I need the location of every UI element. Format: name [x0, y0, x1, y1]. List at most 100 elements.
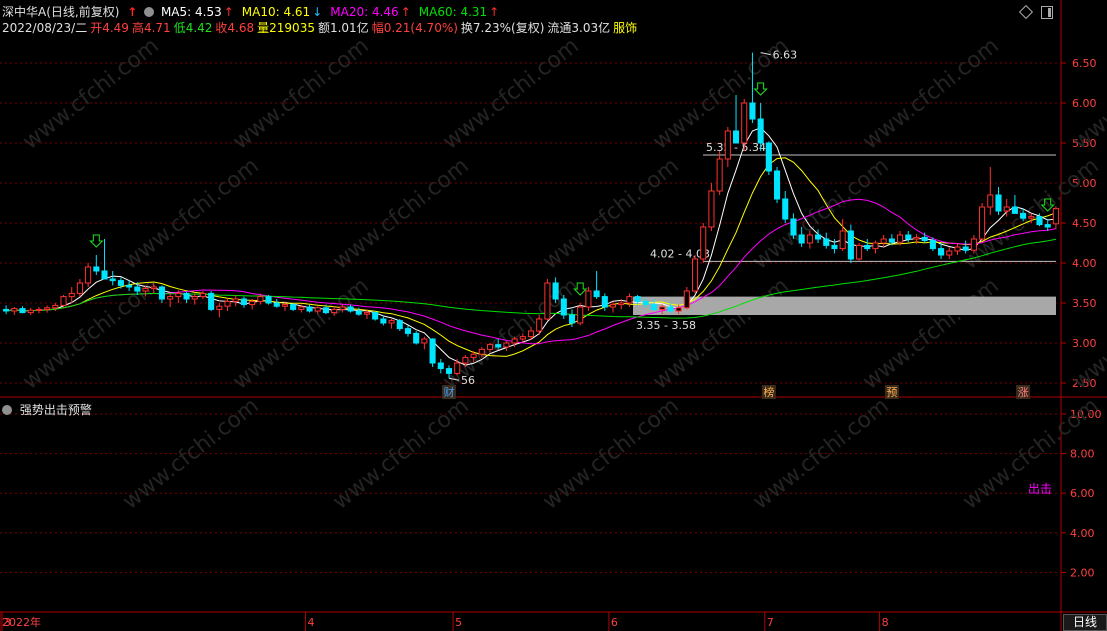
- watermark: www.cfchi.com: [748, 153, 893, 274]
- watermark: www.cfchi.com: [328, 153, 473, 274]
- y-tick-label: 3.50: [1072, 297, 1097, 310]
- candle: [601, 293, 608, 311]
- candle-body: [208, 292, 215, 310]
- candle-body: [462, 356, 469, 364]
- candle-body: [823, 238, 830, 246]
- candle-body: [601, 296, 608, 308]
- candle: [856, 243, 863, 261]
- candle-body: [815, 234, 822, 240]
- quote-field: 低4.42: [173, 21, 213, 35]
- candle-body: [19, 308, 26, 314]
- candle: [68, 287, 75, 303]
- watermark: www.cfchi.com: [1068, 33, 1107, 154]
- candle-body: [216, 305, 223, 310]
- watermark: www.cfchi.com: [748, 393, 893, 514]
- candle-body: [380, 318, 387, 324]
- candle-body: [691, 258, 699, 292]
- candle-body: [35, 308, 42, 311]
- candle: [183, 291, 190, 303]
- candle-body: [437, 362, 444, 370]
- candle: [109, 271, 116, 286]
- quote-field: 服饰: [613, 21, 638, 35]
- candle: [560, 295, 567, 319]
- candle-body: [962, 246, 969, 251]
- y-tick-label: 4.50: [1072, 217, 1097, 230]
- candle-body: [905, 234, 912, 240]
- candle: [167, 293, 174, 307]
- candle: [199, 291, 206, 299]
- candle-body: [101, 270, 108, 280]
- candle: [741, 99, 748, 151]
- candle: [708, 183, 715, 231]
- period-button[interactable]: 日线: [1063, 614, 1107, 631]
- candle-body: [946, 250, 953, 256]
- candle-body: [921, 236, 928, 242]
- candle-body: [44, 307, 51, 310]
- quote-field: 量219035: [257, 21, 315, 35]
- candle-body: [913, 236, 920, 240]
- ma-legend-item[interactable]: MA60: 4.31: [419, 5, 487, 19]
- candle-body: [511, 338, 518, 344]
- header-line-2: 2022/08/23/二 开4.49 高4.71 低4.42 收4.68 量219035 额…: [2, 19, 640, 36]
- extreme-label: 6.63: [773, 49, 798, 62]
- candle-body: [650, 304, 658, 310]
- candle-body: [355, 310, 362, 315]
- down-arrow-icon: [89, 234, 104, 248]
- x-tick-label: 6: [611, 616, 618, 629]
- candle-body: [347, 306, 354, 312]
- candle: [585, 287, 592, 311]
- candle-body: [987, 194, 994, 208]
- candle-body: [749, 102, 756, 120]
- candle: [232, 295, 239, 307]
- y-tick-label: 4.00: [1070, 527, 1095, 540]
- candle-body: [609, 304, 617, 308]
- candle-body: [593, 290, 600, 298]
- candle: [224, 298, 231, 311]
- candle-body: [249, 300, 256, 306]
- candle-body: [864, 244, 871, 250]
- candle-body: [109, 278, 116, 282]
- candle-body: [798, 234, 805, 244]
- candle-body: [281, 304, 288, 307]
- collapse-circle-icon[interactable]: [2, 405, 12, 415]
- candle-body: [314, 307, 321, 312]
- candle-body: [134, 286, 141, 292]
- candle: [979, 203, 986, 241]
- ma-legend-item[interactable]: MA10: 4.61: [242, 5, 310, 19]
- chart-canvas[interactable]: 2.503.003.504.004.505.005.506.006.502.00…: [0, 0, 1107, 631]
- indicator-title[interactable]: 强势出击预警: [20, 403, 92, 417]
- ma-legend-item[interactable]: MA20: 4.46: [330, 5, 398, 19]
- candle-body: [117, 280, 124, 286]
- ma-legend-item[interactable]: MA5: 4.53: [161, 5, 222, 19]
- candle-body: [536, 318, 543, 332]
- event-tag: 财: [443, 385, 454, 399]
- candle: [1011, 195, 1018, 214]
- candle-body: [929, 240, 936, 250]
- candle-body: [503, 342, 510, 348]
- candle-body: [544, 282, 551, 320]
- header-line-1: 深中华A(日线,前复权) ↑ MA5: 4.53 ↑ MA10: 4.61 ↓ MA20…: [2, 3, 507, 20]
- x-tick-label: 5: [455, 616, 462, 629]
- watermark: www.cfchi.com: [18, 33, 163, 154]
- up-arrow-icon: ↑: [223, 5, 234, 19]
- up-arrow-icon: ↑: [127, 5, 138, 19]
- candle-body: [1044, 224, 1051, 228]
- candle: [995, 187, 1002, 215]
- candle: [101, 239, 108, 280]
- candle-body: [331, 308, 338, 314]
- window-toggle-icon[interactable]: [1041, 6, 1053, 19]
- candle: [388, 319, 395, 329]
- candle-body: [495, 344, 502, 348]
- candle-body: [667, 306, 674, 312]
- candle-body: [1052, 208, 1059, 225]
- candle-body: [11, 308, 18, 312]
- quote-field: 流通3.03亿: [547, 21, 611, 35]
- candle-body: [85, 266, 92, 284]
- candle-body: [257, 296, 264, 302]
- candle-body: [626, 296, 633, 304]
- candle-body: [175, 292, 182, 298]
- circle-down-icon[interactable]: [144, 7, 155, 17]
- candle-body: [847, 230, 854, 260]
- stock-title[interactable]: 深中华A(日线,前复权): [2, 5, 119, 19]
- candle-body: [429, 338, 436, 364]
